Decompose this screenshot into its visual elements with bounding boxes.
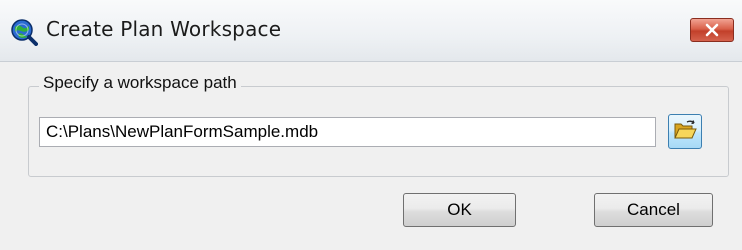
close-button[interactable] xyxy=(690,18,734,42)
title-bar[interactable]: Create Plan Workspace xyxy=(0,0,742,62)
close-icon xyxy=(704,23,720,37)
create-plan-workspace-dialog: Create Plan Workspace Specify a workspac… xyxy=(0,0,742,250)
globe-magnifier-icon xyxy=(10,18,38,46)
ok-button[interactable]: OK xyxy=(403,193,516,227)
workspace-path-input[interactable] xyxy=(39,117,656,147)
browse-folder-button[interactable] xyxy=(668,114,702,149)
cancel-button[interactable]: Cancel xyxy=(594,193,713,227)
group-label: Specify a workspace path xyxy=(39,73,241,93)
open-folder-icon xyxy=(673,119,697,145)
window-title: Create Plan Workspace xyxy=(46,17,282,41)
